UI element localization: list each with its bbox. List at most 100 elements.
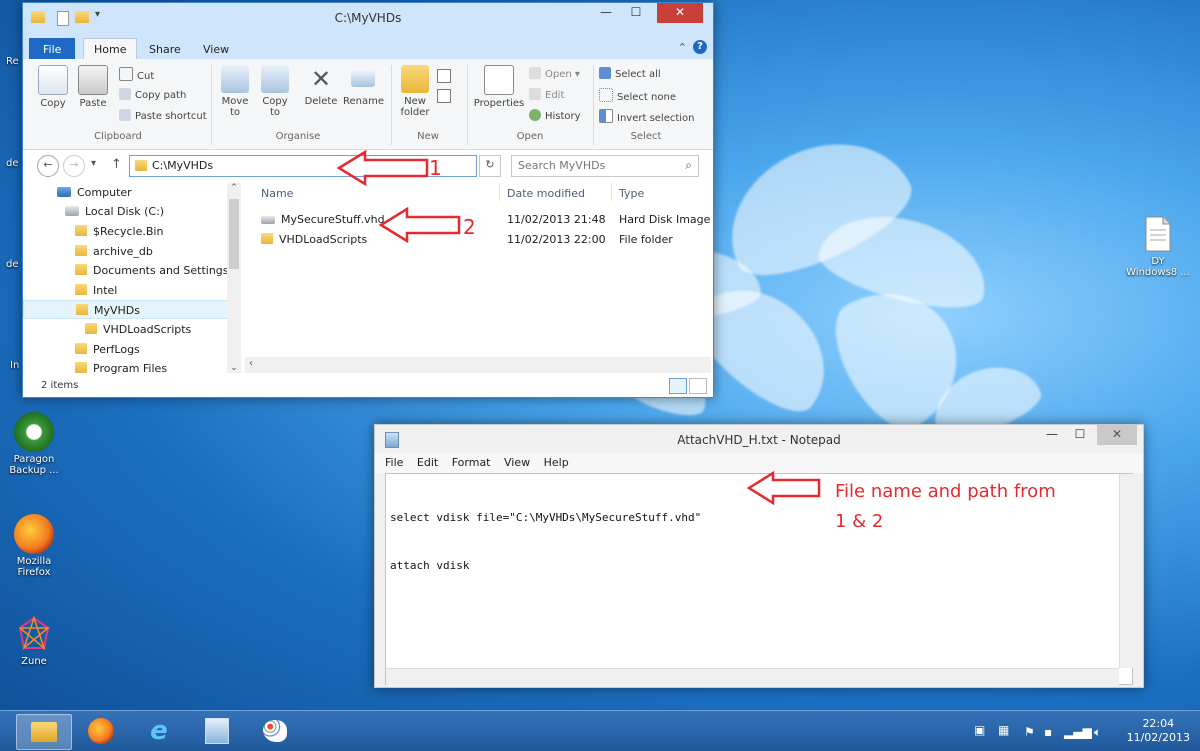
up-icon[interactable]: ↑ (111, 157, 122, 172)
edit-button[interactable]: Edit (529, 88, 564, 101)
properties-button[interactable]: Properties (471, 65, 527, 109)
rename-button[interactable]: Rename (343, 65, 384, 107)
menu-file[interactable]: File (385, 456, 403, 469)
easy-access-icon[interactable] (437, 89, 451, 103)
nav-item-program-files[interactable]: Program Files (23, 359, 239, 375)
paste-button[interactable]: Paste (75, 65, 111, 109)
scroll-up-icon[interactable]: ⌃ (227, 183, 241, 193)
taskbar-internet-explorer[interactable]: e (132, 714, 186, 748)
action-center-icon[interactable]: ▣ (974, 723, 985, 737)
taskbar-paint[interactable] (248, 714, 302, 748)
column-header-type[interactable]: Type (619, 187, 644, 200)
new-folder-button[interactable]: New folder (397, 65, 433, 118)
tab-view[interactable]: View (193, 39, 239, 60)
desktop-icon-firefox[interactable]: Mozilla Firefox (2, 514, 66, 578)
nav-item-myvhds[interactable]: MyVHDs (23, 300, 239, 319)
flag-icon[interactable]: ⚑ (1024, 725, 1035, 739)
scroll-left-icon[interactable]: ‹ (249, 358, 253, 369)
paste-shortcut-button[interactable]: Paste shortcut (119, 109, 207, 122)
nav-item-intel[interactable]: Intel (23, 281, 239, 300)
recent-locations-icon[interactable]: ▾ (91, 158, 96, 169)
copy-to-button[interactable]: Copy to (257, 65, 293, 118)
back-button[interactable]: ← (37, 155, 59, 177)
network-icon[interactable]: ▦ (998, 723, 1009, 737)
move-to-label: Move to (221, 96, 249, 118)
nav-item-recycle-bin[interactable]: $Recycle.Bin (23, 222, 239, 241)
desktop-icon-zune[interactable]: Zune (2, 614, 66, 667)
explorer-window[interactable]: ▾ C:\MyVHDs — ☐ ✕ File Home Share View ⌃… (22, 2, 714, 398)
column-header-name[interactable]: Name (261, 187, 293, 200)
signal-strength-icon[interactable]: ▂▄▆ (1064, 725, 1092, 739)
column-header-date[interactable]: Date modified (507, 187, 585, 200)
menu-help[interactable]: Help (544, 456, 569, 469)
address-text: C:\MyVHDs (152, 159, 214, 172)
menu-view[interactable]: View (504, 456, 530, 469)
delete-button[interactable]: ✕ Delete (301, 65, 341, 107)
desktop-icon-text-file[interactable]: DY Windows8 ... (1126, 214, 1190, 278)
menu-format[interactable]: Format (452, 456, 491, 469)
notepad-vertical-scrollbar[interactable] (1119, 474, 1133, 668)
nav-item-local-disk[interactable]: Local Disk (C:) (23, 202, 239, 221)
scroll-thumb[interactable] (229, 199, 239, 269)
select-none-button[interactable]: Select none (599, 88, 676, 103)
clock-date: 11/02/2013 (1126, 731, 1190, 744)
explorer-titlebar[interactable]: ▾ C:\MyVHDs — ☐ ✕ (23, 3, 713, 33)
copy-path-button[interactable]: Copy path (119, 88, 186, 101)
desktop-icon-paragon[interactable]: Paragon Backup ... (2, 412, 66, 476)
nav-item-documents-and-settings[interactable]: Documents and Settings (23, 261, 239, 280)
select-all-button[interactable]: Select all (599, 67, 661, 80)
nav-item-archive-db[interactable]: archive_db (23, 242, 239, 261)
desktop-icon-label: Windows8 ... (1126, 267, 1190, 278)
move-to-button[interactable]: Move to (217, 65, 253, 118)
large-icons-view-icon[interactable] (689, 378, 707, 394)
file-row-folder[interactable]: VHDLoadScripts (261, 233, 367, 246)
nav-item-perflogs[interactable]: PerfLogs (23, 340, 239, 359)
notepad-horizontal-scrollbar[interactable] (386, 668, 1119, 685)
taskbar-clock[interactable]: 22:04 11/02/2013 (1127, 717, 1190, 745)
taskbar-file-explorer[interactable] (16, 714, 72, 750)
new-item-icon[interactable] (437, 69, 451, 83)
details-view-icon[interactable] (669, 378, 687, 394)
history-button[interactable]: History (529, 109, 581, 122)
tab-file[interactable]: File (29, 38, 76, 61)
annotation-note-line-1: File name and path from (835, 481, 1056, 502)
firefox-icon (88, 718, 114, 744)
horizontal-scrollbar[interactable]: ‹ (245, 357, 711, 373)
notepad-titlebar[interactable]: AttachVHD_H.txt - Notepad — ☐ ✕ (375, 425, 1143, 453)
maximize-button[interactable]: ☐ (1065, 425, 1095, 445)
file-date: 11/02/2013 22:00 (507, 233, 606, 246)
close-button[interactable]: ✕ (657, 3, 703, 23)
file-row-vhd[interactable]: MySecureStuff.vhd (261, 213, 385, 226)
nav-item-computer[interactable]: Computer (23, 183, 239, 202)
open-button[interactable]: Open ▾ (529, 67, 580, 80)
menu-edit[interactable]: Edit (417, 456, 438, 469)
device-icon[interactable]: ▪ (1044, 725, 1052, 739)
scroll-down-icon[interactable]: ⌄ (227, 363, 241, 373)
taskbar-notepad[interactable] (190, 714, 244, 748)
search-icon[interactable]: ⌕ (685, 158, 692, 173)
notepad-window[interactable]: AttachVHD_H.txt - Notepad — ☐ ✕ File Edi… (374, 424, 1144, 688)
volume-icon[interactable]: 🔈︎ (1094, 725, 1101, 740)
copy-path-icon (119, 88, 131, 100)
refresh-button[interactable]: ↻ (479, 155, 501, 177)
invert-selection-button[interactable]: Invert selection (599, 109, 695, 124)
close-button[interactable]: ✕ (1097, 425, 1137, 445)
folder-icon (85, 323, 97, 334)
taskbar-firefox[interactable] (74, 714, 128, 748)
help-icon[interactable]: ? (693, 40, 707, 54)
minimize-button[interactable]: — (591, 3, 621, 23)
disk-image-icon (261, 216, 275, 224)
nav-pane-scrollbar[interactable]: ⌃ ⌄ (227, 183, 241, 373)
tab-share[interactable]: Share (139, 39, 191, 60)
search-input[interactable]: Search MyVHDs ⌕ (511, 155, 699, 177)
forward-button[interactable]: → (63, 155, 85, 177)
ribbon-collapse-icon[interactable]: ⌃ (678, 41, 687, 54)
cut-button[interactable]: Cut (119, 67, 154, 82)
maximize-button[interactable]: ☐ (621, 3, 651, 23)
tab-home[interactable]: Home (83, 38, 138, 60)
copy-button[interactable]: Copy (35, 65, 71, 109)
nav-item-vhdloadscripts[interactable]: VHDLoadScripts (23, 320, 239, 339)
minimize-button[interactable]: — (1037, 425, 1067, 445)
open-label: Open (545, 69, 572, 80)
status-bar: 2 items (23, 375, 713, 397)
